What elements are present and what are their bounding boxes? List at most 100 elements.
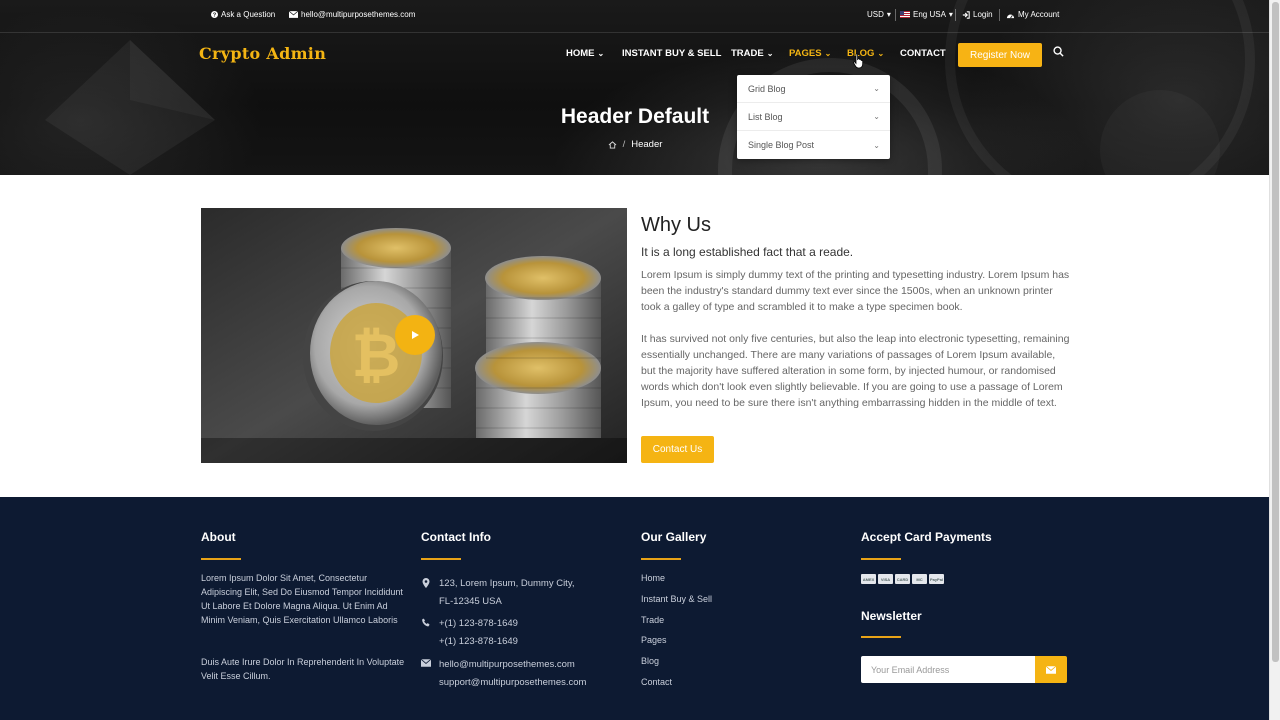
caret-down-icon: ▾ [948, 10, 953, 19]
phone-icon [422, 618, 430, 627]
amex-card-icon: AMEX [861, 574, 876, 584]
title-underline [641, 558, 681, 560]
chevron-down-icon: ⌄ [877, 49, 885, 58]
footer-link-pages[interactable]: Pages [641, 635, 667, 645]
ask-question-link[interactable]: ? Ask a Question [211, 10, 275, 19]
footer-link-trade[interactable]: Trade [641, 615, 664, 625]
newsletter-submit-button[interactable] [1035, 656, 1067, 683]
dropdown-item-label: Grid Blog [748, 83, 786, 94]
divider [895, 9, 896, 21]
breadcrumb-separator: / [622, 139, 626, 150]
title-underline [861, 558, 901, 560]
svg-text:₿: ₿ [352, 321, 401, 391]
footer-contact-title: Contact Info [421, 530, 491, 544]
footer-gallery-title: Our Gallery [641, 530, 707, 544]
footer-about-text: Lorem Ipsum Dolor Sit Amet, Consectetur … [201, 573, 403, 625]
why-us-paragraph-1: Lorem Ipsum is simply dummy text of the … [641, 269, 1070, 313]
breadcrumb: / Header [0, 139, 1270, 150]
register-now-button[interactable]: Register Now [958, 43, 1042, 67]
phone-2[interactable]: +(1) 123-878-1649 [439, 633, 518, 651]
email-1[interactable]: hello@multipurposethemes.com [439, 656, 586, 674]
dashboard-icon [1006, 14, 1015, 18]
credit-card-icon: CARD [895, 574, 910, 584]
mastercard-icon: MC [912, 574, 927, 584]
top-bar: ? Ask a Question hello@multipurposetheme… [0, 0, 1280, 33]
divider [999, 9, 1000, 21]
newsletter-email-input[interactable] [861, 656, 1035, 683]
dropdown-item-label: List Blog [748, 111, 783, 122]
footer-about-title: About [201, 530, 236, 544]
my-account-label: My Account [1018, 10, 1060, 19]
map-marker-icon [422, 578, 430, 588]
nav-instant-label: INSTANT BUY & SELL [622, 48, 722, 59]
contact-emails: hello@multipurposethemes.com support@mul… [421, 656, 586, 692]
nav-contact[interactable]: CONTACT [900, 48, 946, 59]
email-label: hello@multipurposethemes.com [301, 10, 416, 19]
nav-instant-buy-sell[interactable]: INSTANT BUY & SELL [622, 48, 721, 59]
hero-header: ? Ask a Question hello@multipurposetheme… [0, 0, 1280, 175]
payment-cards: AMEX VISA CARD MC PayPal [861, 574, 944, 584]
dropdown-item-grid-blog[interactable]: Grid Blog ⌄ [737, 75, 890, 103]
page-scrollbar[interactable] [1269, 0, 1280, 720]
blog-dropdown-menu: Grid Blog ⌄ List Blog ⌄ Single Blog Post… [737, 75, 890, 159]
my-account-link[interactable]: My Account [1006, 10, 1059, 19]
title-underline [421, 558, 461, 560]
nav-pages[interactable]: PAGES ⌄ [789, 48, 831, 59]
contact-us-button[interactable]: Contact Us [641, 436, 714, 463]
phone-1[interactable]: +(1) 123-878-1649 [439, 615, 518, 633]
ask-question-label: Ask a Question [221, 10, 276, 19]
breadcrumb-current: Header [631, 139, 663, 150]
chevron-down-icon: ⌄ [873, 112, 880, 121]
hand-cursor-icon [853, 53, 864, 69]
contact-address: 123, Lorem Ipsum, Dummy City, FL-12345 U… [421, 575, 575, 611]
play-icon [412, 331, 419, 339]
dropdown-item-single-blog-post[interactable]: Single Blog Post ⌄ [737, 131, 890, 159]
language-selector[interactable]: Eng USA ▾ [900, 10, 953, 19]
home-icon[interactable] [608, 140, 617, 149]
nav-contact-label: CONTACT [900, 48, 946, 59]
brand-logo[interactable]: Crypto Admin [199, 44, 326, 63]
title-underline [861, 636, 901, 638]
caret-down-icon: ▾ [886, 10, 891, 19]
chevron-down-icon: ⌄ [766, 49, 774, 58]
nav-home[interactable]: HOME ⌄ [566, 48, 604, 59]
contact-phones: +(1) 123-878-1649 +(1) 123-878-1649 [421, 615, 518, 651]
paypal-icon: PayPal [929, 574, 944, 584]
footer-about-text-2: Duis Aute Irure Dolor In Reprehenderit I… [201, 657, 405, 681]
currency-label: USD [867, 10, 884, 19]
page-title: Header Default [560, 105, 710, 128]
login-label: Login [973, 10, 993, 19]
footer: About Lorem Ipsum Dolor Sit Amet, Consec… [0, 497, 1280, 720]
play-button[interactable] [395, 315, 435, 355]
visa-card-icon: VISA [878, 574, 893, 584]
nav-trade[interactable]: TRADE ⌄ [731, 48, 773, 59]
footer-link-contact[interactable]: Contact [641, 677, 672, 687]
divider [955, 9, 956, 21]
currency-selector[interactable]: USD ▾ [867, 10, 891, 19]
address-line-1: 123, Lorem Ipsum, Dummy City, [439, 578, 575, 589]
envelope-icon [289, 11, 298, 18]
svg-text:?: ? [213, 13, 217, 18]
title-underline [201, 558, 241, 560]
nav-pages-label: PAGES [789, 48, 822, 59]
footer-link-blog[interactable]: Blog [641, 656, 659, 666]
login-link[interactable]: Login [962, 10, 993, 19]
why-us-paragraph-2: It has survived not only five centuries,… [641, 333, 1070, 409]
footer-link-instant-buy-sell[interactable]: Instant Buy & Sell [641, 594, 712, 604]
chevron-down-icon: ⌄ [597, 49, 605, 58]
why-us-title: Why Us [641, 214, 711, 236]
footer-link-home[interactable]: Home [641, 573, 665, 583]
dropdown-item-label: Single Blog Post [748, 140, 815, 150]
why-us-subtitle: It is a long established fact that a rea… [641, 245, 854, 259]
footer-newsletter-title: Newsletter [861, 609, 922, 623]
email-link[interactable]: hello@multipurposethemes.com [289, 10, 415, 19]
nav-trade-label: TRADE [731, 48, 764, 59]
dropdown-item-list-blog[interactable]: List Blog ⌄ [737, 103, 890, 131]
address-line-2: FL-12345 USA [439, 596, 502, 607]
scrollbar-thumb[interactable] [1272, 2, 1279, 662]
chevron-down-icon: ⌄ [873, 140, 880, 150]
search-icon[interactable] [1053, 46, 1064, 57]
sign-in-icon [962, 10, 970, 19]
language-label: Eng USA [913, 10, 946, 19]
email-2[interactable]: support@multipurposethemes.com [439, 674, 586, 692]
